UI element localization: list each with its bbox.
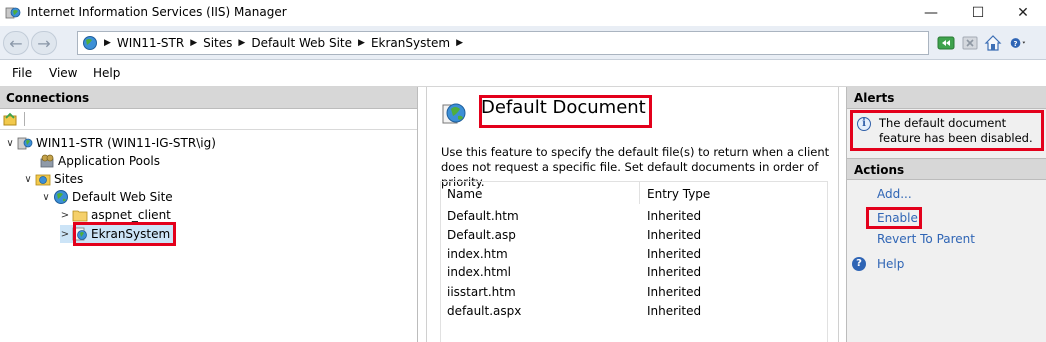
title-bar: Internet Information Services (IIS) Mana… [0, 0, 1046, 26]
web-app-icon [72, 227, 87, 241]
globe-icon [442, 103, 466, 124]
globe-icon [54, 190, 68, 204]
menu-file[interactable]: File [12, 66, 32, 80]
globe-icon [83, 36, 97, 50]
breadcrumb-item-default-web-site[interactable]: Default Web Site [251, 36, 352, 50]
breadcrumb-separator: ▶ [238, 38, 246, 48]
tree-node-label: Sites [54, 172, 84, 186]
feature-panel: Default Document Use this feature to spe… [426, 87, 839, 342]
svg-text:?: ? [1014, 40, 1018, 48]
tree-node-default-web-site[interactable]: ∨ Default Web Site [41, 188, 173, 206]
tree-node-label: Application Pools [58, 154, 160, 168]
tree-node-server[interactable]: ∨ WIN11-STR (WIN11-IG-STR\ig) [5, 134, 216, 152]
menu-view[interactable]: View [49, 66, 77, 80]
toolbar-separator [24, 112, 25, 126]
tree-node-label: aspnet_client [91, 208, 171, 222]
window-title: Internet Information Services (IIS) Mana… [27, 5, 287, 19]
menu-bar: File View Help [0, 60, 1046, 87]
column-header-name[interactable]: Name [447, 182, 482, 206]
page-title: Default Document [481, 97, 646, 118]
tree-node-application-pools[interactable]: Application Pools [27, 152, 160, 170]
tree-node-sites[interactable]: ∨ Sites [23, 170, 83, 188]
chevron-down-icon[interactable]: ∨ [23, 174, 33, 185]
alert-message: i The default document feature has been … [851, 113, 1044, 151]
iis-manager-icon [5, 7, 21, 19]
actions-header: Actions [847, 158, 1046, 180]
refresh-icon[interactable] [937, 34, 955, 52]
chevron-down-icon[interactable]: ∨ [41, 192, 51, 203]
help-dropdown-icon[interactable]: ? [1010, 34, 1028, 52]
breadcrumb-item-sites[interactable]: Sites [203, 36, 232, 50]
connections-header: Connections [0, 87, 417, 109]
tree-node-ekransystem[interactable]: > EkranSystem [60, 225, 175, 243]
breadcrumb-separator: ▶ [456, 38, 464, 48]
default-document-list[interactable]: Name Entry Type Default.htm Inherited De… [440, 181, 828, 342]
chevron-right-icon[interactable]: > [60, 229, 70, 240]
help-link[interactable]: Help [877, 257, 904, 271]
tree-node-label: Default Web Site [72, 190, 173, 204]
alert-text-line: The default document [879, 116, 1007, 130]
column-header-entry-type[interactable]: Entry Type [647, 182, 710, 206]
maximize-button[interactable]: ☐ [955, 0, 1001, 26]
breadcrumb[interactable]: ▶ WIN11-STR ▶ Sites ▶ Default Web Site ▶… [77, 31, 929, 55]
back-button[interactable]: ← [3, 31, 29, 55]
info-icon: i [857, 117, 871, 131]
address-bar: ← → ▶ WIN11-STR ▶ Sites ▶ Default Web Si… [0, 26, 1046, 60]
tree-node-aspnet-client[interactable]: > aspnet_client [60, 206, 171, 224]
alerts-header: Alerts [847, 87, 1046, 109]
alert-text-line: feature has been disabled. [879, 131, 1033, 145]
connections-toolbar [0, 109, 417, 130]
menu-help[interactable]: Help [93, 66, 120, 80]
connections-panel: Connections ∨ WIN11-STR (WIN11-IG-STR\ig… [0, 87, 418, 342]
breadcrumb-item-server[interactable]: WIN11-STR [117, 36, 184, 50]
folder-icon [72, 210, 88, 222]
close-button[interactable]: ✕ [1000, 0, 1046, 26]
chevron-down-icon[interactable]: ∨ [5, 138, 15, 149]
revert-to-parent-link[interactable]: Revert To Parent [877, 232, 975, 246]
breadcrumb-separator: ▶ [358, 38, 365, 48]
add-link[interactable]: Add... [877, 187, 912, 201]
tree-node-label: WIN11-STR (WIN11-IG-STR\ig) [36, 136, 216, 150]
chevron-right-icon[interactable]: > [60, 210, 70, 221]
tree-node-label: EkranSystem [91, 227, 171, 241]
column-divider[interactable] [639, 182, 640, 204]
minimize-button[interactable]: — [908, 0, 954, 26]
breadcrumb-separator: ▶ [104, 38, 111, 48]
app-pools-icon [40, 154, 54, 168]
actions-pane: Alerts i The default document feature ha… [846, 87, 1046, 342]
connect-icon[interactable] [3, 112, 17, 126]
stop-icon[interactable] [961, 34, 979, 52]
home-icon[interactable] [984, 34, 1002, 52]
server-icon [17, 137, 33, 150]
breadcrumb-separator: ▶ [190, 38, 198, 48]
help-icon[interactable]: ? [852, 257, 866, 271]
breadcrumb-item-ekransystem[interactable]: EkranSystem [371, 36, 450, 50]
forward-button[interactable]: → [31, 31, 57, 55]
enable-link[interactable]: Enable [877, 211, 918, 225]
sites-folder-icon [35, 174, 51, 186]
